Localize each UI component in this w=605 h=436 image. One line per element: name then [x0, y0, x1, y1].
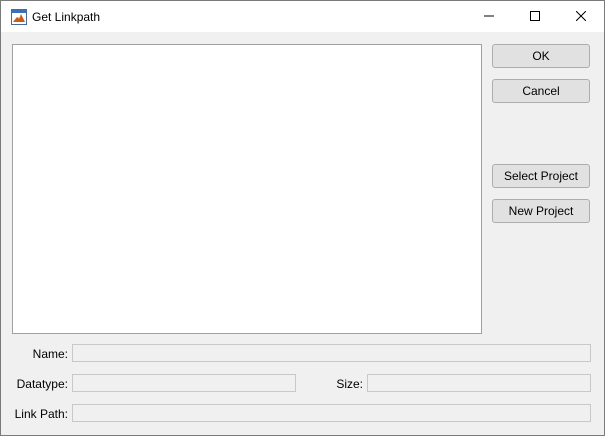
window-title: Get Linkpath [32, 10, 101, 24]
name-label: Name: [32, 347, 68, 361]
maximize-icon [530, 10, 540, 24]
title-bar[interactable]: Get Linkpath [1, 1, 604, 32]
close-button[interactable] [558, 1, 604, 32]
size-field[interactable] [367, 374, 591, 392]
linkpath-listbox[interactable] [12, 44, 482, 334]
link-path-label: Link Path: [14, 407, 68, 421]
dialog-window: Get Linkpath OK Cancel Select Project Ne… [0, 0, 605, 436]
close-icon [575, 10, 587, 24]
new-project-button[interactable]: New Project [492, 199, 590, 223]
minimize-button[interactable] [466, 1, 512, 32]
link-path-field[interactable] [72, 404, 591, 422]
cancel-button[interactable]: Cancel [492, 79, 590, 103]
matlab-icon [11, 9, 27, 25]
ok-button[interactable]: OK [492, 44, 590, 68]
name-field[interactable] [72, 344, 591, 362]
maximize-button[interactable] [512, 1, 558, 32]
size-label: Size: [336, 377, 363, 391]
select-project-button[interactable]: Select Project [492, 164, 590, 188]
datatype-label: Datatype: [16, 377, 68, 391]
minimize-icon [484, 10, 494, 24]
datatype-field[interactable] [72, 374, 296, 392]
